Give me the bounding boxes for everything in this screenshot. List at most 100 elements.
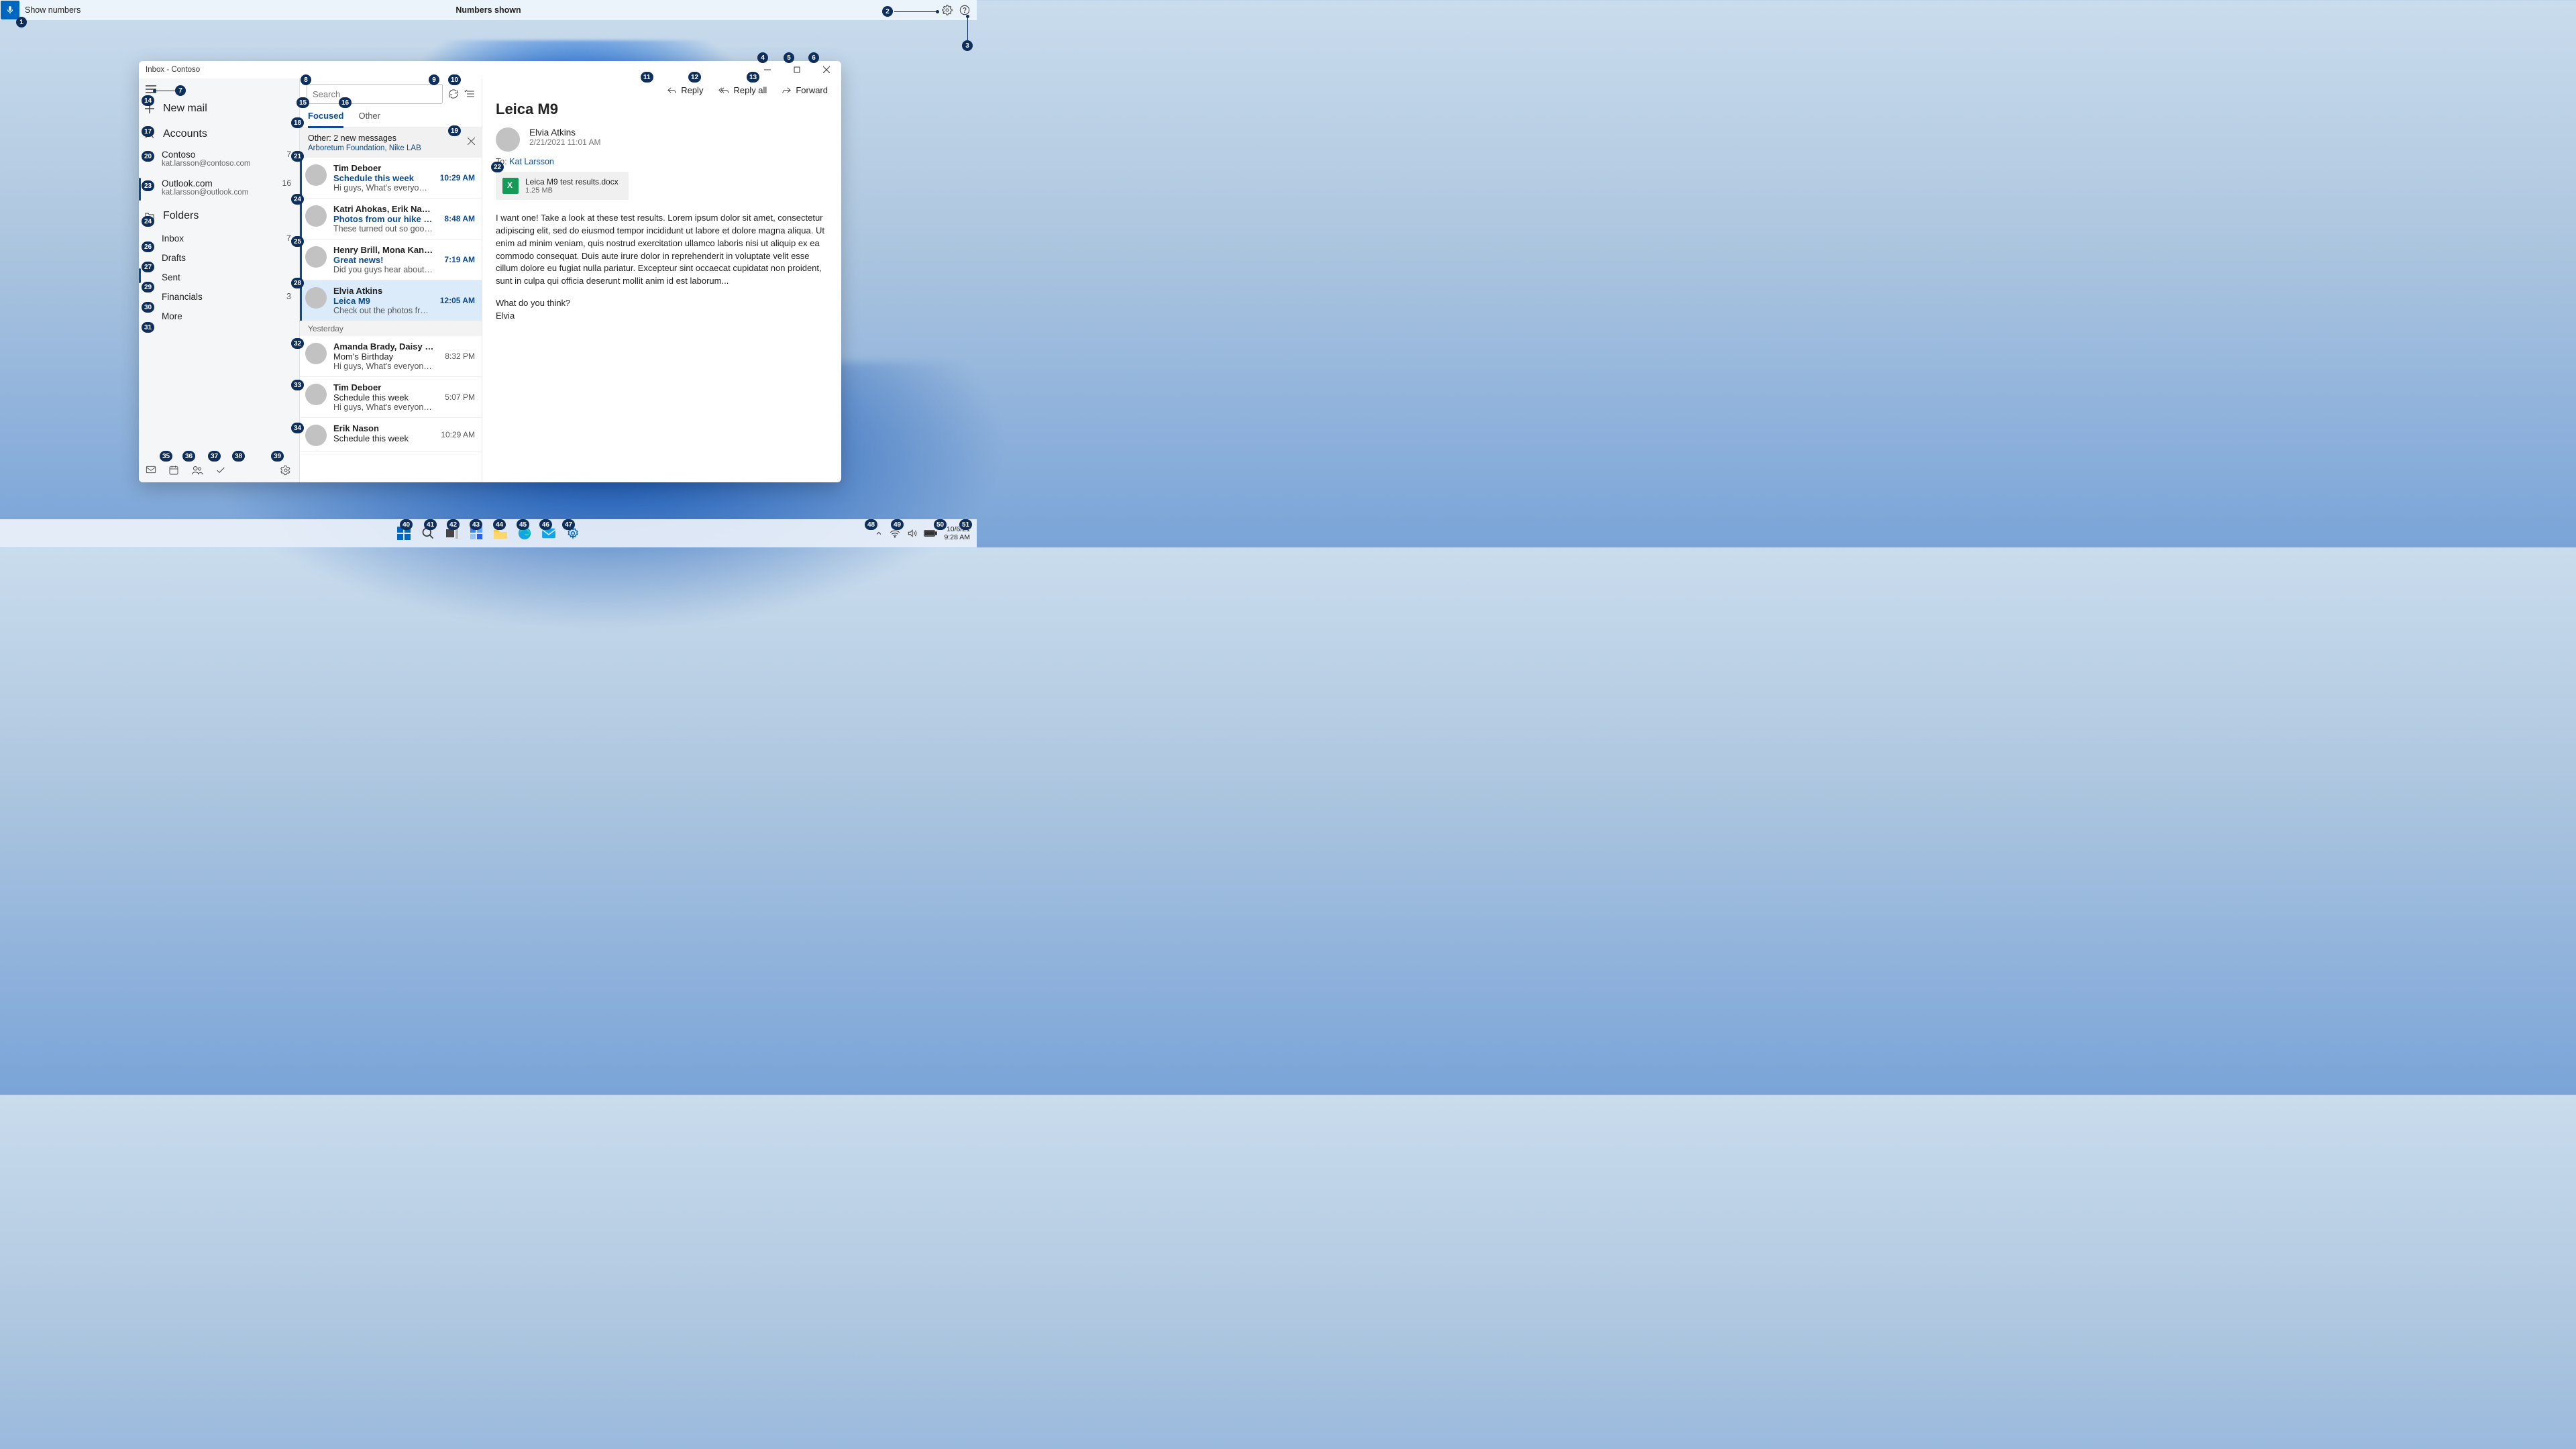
todo-icon[interactable] (215, 465, 226, 476)
tray-clock[interactable]: 10/6/21 9:28 AM (944, 525, 970, 541)
maximize-button[interactable] (782, 61, 812, 78)
dismiss-banner-button[interactable] (468, 138, 475, 147)
taskbar: 10/6/21 9:28 AM (0, 519, 977, 547)
message-preview: Did you guys hear about Robin's (333, 265, 435, 274)
folder-label: Sent (162, 272, 180, 282)
message-sender: Elvia Atkins (333, 286, 431, 296)
start-button[interactable] (394, 524, 413, 543)
settings-icon[interactable] (280, 465, 291, 476)
gear-icon[interactable] (942, 5, 953, 15)
folder-inbox[interactable]: Inbox 7 (139, 229, 299, 248)
attachment[interactable]: Leica M9 test results.docx 1.25 MB (496, 172, 629, 200)
mic-button[interactable] (1, 1, 19, 19)
message-item[interactable]: Tim DeboerSchedule this weekHi guys, Wha… (300, 158, 482, 199)
tray-date: 10/6/21 (944, 525, 970, 533)
folder-count: 7 (286, 233, 291, 244)
message-item[interactable]: Amanda Brady, Daisy PhillipsMom's Birthd… (300, 336, 482, 377)
search-icon (421, 527, 435, 540)
account-contoso[interactable]: Contoso kat.larsson@contoso.com 7 (139, 147, 299, 172)
message-item[interactable]: Tim DeboerSchedule this weekHi guys, Wha… (300, 377, 482, 418)
folders-header[interactable]: Folders (139, 203, 299, 229)
edge-icon (518, 527, 531, 540)
sync-icon[interactable] (448, 89, 459, 99)
close-button[interactable] (812, 61, 841, 78)
folder-more[interactable]: More (139, 307, 299, 326)
message-sender: Katri Ahokas, Erik Nason (333, 204, 435, 214)
explorer-button[interactable] (491, 524, 510, 543)
select-icon[interactable] (464, 89, 475, 99)
message-sender: Tim Deboer (333, 382, 435, 392)
sent-date: 2/21/2021 11:01 AM (529, 138, 601, 147)
close-icon (468, 138, 475, 145)
search-button[interactable] (419, 524, 437, 543)
message-preview: Hi guys, What's everyone's sche (333, 183, 431, 193)
folders-label: Folders (163, 210, 199, 222)
forward-icon (782, 86, 792, 95)
volume-icon[interactable] (907, 529, 917, 538)
folder-label: Financials (162, 292, 203, 302)
calendar-icon[interactable] (168, 465, 179, 476)
mail-icon[interactable] (146, 465, 156, 474)
message-list-pane: Focused Other Other: 2 new messages Arbo… (300, 78, 482, 482)
folder-financials[interactable]: Financials3 (139, 287, 299, 307)
message-subject: Leica M9 (333, 296, 431, 306)
folder-label: Inbox (162, 233, 184, 244)
taskbar-center (394, 524, 582, 543)
other-banner[interactable]: Other: 2 new messages Arboretum Foundati… (300, 128, 482, 158)
accounts-header[interactable]: Accounts (139, 121, 299, 147)
edge-button[interactable] (515, 524, 534, 543)
account-count: 16 (282, 178, 291, 197)
message-time: 8:32 PM (442, 352, 475, 361)
excel-icon (502, 178, 519, 194)
help-icon[interactable] (959, 5, 970, 15)
message-sender: Henry Brill, Mona Kane, Cecil Fo (333, 245, 435, 255)
new-mail-button[interactable]: New mail (139, 96, 299, 121)
taskview-button[interactable] (443, 524, 462, 543)
message-item[interactable]: Elvia AtkinsLeica M9Check out the photos… (300, 280, 482, 321)
accounts-label: Accounts (163, 128, 207, 140)
forward-button[interactable]: Forward (782, 85, 828, 95)
tab-focused[interactable]: Focused (308, 111, 343, 128)
message-subject: Schedule this week (333, 392, 435, 402)
reply-button[interactable]: Reply (667, 85, 703, 95)
people-icon[interactable] (191, 465, 203, 476)
message-item[interactable]: Henry Brill, Mona Kane, Cecil FoGreat ne… (300, 239, 482, 280)
minimize-button[interactable] (753, 61, 782, 78)
mic-icon (5, 5, 15, 15)
message-subject: Mom's Birthday (333, 352, 435, 362)
hamburger-button[interactable] (139, 83, 299, 96)
avatar (305, 384, 327, 405)
message-time: 12:05 AM (437, 296, 475, 305)
system-tray: 10/6/21 9:28 AM (875, 525, 977, 541)
settings-app-button[interactable] (564, 524, 582, 543)
body-paragraph: I want one! Take a look at these test re… (496, 212, 828, 288)
search-input[interactable] (307, 84, 443, 104)
title-bar: Inbox - Contoso (139, 61, 841, 78)
reply-all-button[interactable]: Reply all (718, 85, 767, 95)
folder-icon (493, 527, 508, 539)
mailapp-icon (541, 527, 556, 539)
sender-avatar (496, 127, 520, 152)
wifi-icon[interactable] (890, 529, 900, 538)
account-name: Outlook.com (162, 178, 248, 189)
reply-all-label: Reply all (733, 85, 767, 95)
window-title: Inbox - Contoso (146, 66, 200, 74)
account-name: Contoso (162, 150, 250, 160)
tab-other[interactable]: Other (358, 111, 380, 127)
voice-access-bar: Show numbers Numbers shown (0, 0, 977, 20)
body-paragraph: What do you think? (496, 297, 828, 310)
mail-app-button[interactable] (539, 524, 558, 543)
message-subject: Photos from our hike on Maple (333, 214, 435, 224)
tray-chevron-icon[interactable] (875, 529, 883, 537)
message-item[interactable]: Katri Ahokas, Erik NasonPhotos from our … (300, 199, 482, 239)
widgets-button[interactable] (467, 524, 486, 543)
message-time: 8:48 AM (441, 214, 475, 223)
battery-icon[interactable] (924, 529, 937, 537)
account-count: 7 (286, 150, 291, 168)
reply-icon (667, 86, 677, 95)
folder-sent[interactable]: Sent (139, 268, 299, 287)
message-item[interactable]: Erik NasonSchedule this week10:29 AM (300, 418, 482, 452)
new-mail-label: New mail (163, 103, 207, 115)
account-outlook[interactable]: Outlook.com kat.larsson@outlook.com 16 (139, 176, 299, 201)
folder-drafts[interactable]: Drafts (139, 248, 299, 268)
